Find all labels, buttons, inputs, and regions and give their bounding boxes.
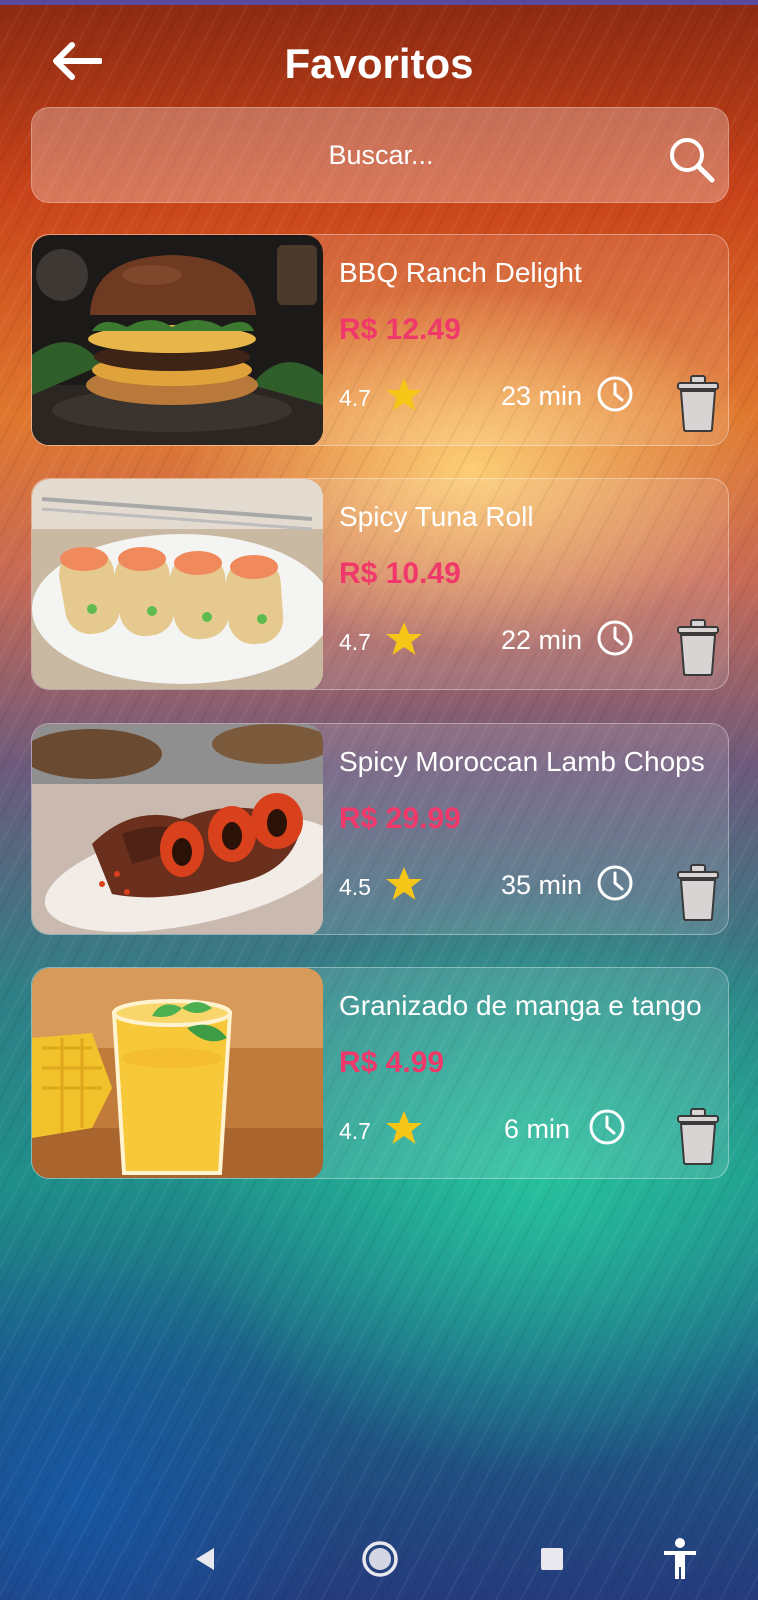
prep-time: 23 min	[500, 381, 582, 411]
accessibility-icon	[664, 1538, 696, 1579]
food-name: BBQ Ranch Delight	[339, 257, 582, 288]
food-name: Spicy Moroccan Lamb Chops	[339, 746, 705, 777]
star-icon	[386, 867, 422, 900]
trash-icon[interactable]	[673, 617, 723, 677]
food-rating: 4.5	[339, 874, 371, 900]
search-icon[interactable]	[666, 134, 716, 184]
favorite-card[interactable]: Spicy Moroccan Lamb Chops R$ 29.99 4.5 3…	[31, 723, 729, 935]
status-strip	[0, 0, 758, 5]
star-icon	[386, 622, 422, 655]
search-bar[interactable]: Buscar...	[31, 107, 729, 203]
clock-icon	[597, 865, 633, 901]
food-name: Granizado de manga e tango	[339, 990, 702, 1021]
prep-time: 35 min	[500, 870, 582, 900]
header: Favoritos	[0, 28, 758, 98]
food-rating: 4.7	[339, 629, 371, 655]
nav-home-button[interactable]	[355, 1534, 405, 1584]
system-navigation-bar	[0, 1516, 758, 1600]
favorite-card[interactable]: Spicy Tuna Roll R$ 10.49 4.7 22 min	[31, 478, 729, 690]
trash-icon[interactable]	[673, 373, 723, 433]
food-price: R$ 12.49	[339, 313, 461, 346]
accessibility-button[interactable]	[655, 1534, 705, 1584]
food-image-burger	[32, 235, 323, 445]
nav-recents-button[interactable]	[527, 1534, 577, 1584]
food-rating: 4.7	[339, 385, 371, 411]
clock-icon	[597, 376, 633, 412]
favorite-card[interactable]: BBQ Ranch Delight R$ 12.49 4.7 23 min	[31, 234, 729, 446]
home-circle-icon	[362, 1541, 398, 1577]
page-title: Favoritos	[284, 40, 474, 87]
nav-back-button[interactable]	[180, 1534, 230, 1584]
food-name: Spicy Tuna Roll	[339, 501, 534, 532]
trash-icon[interactable]	[673, 1106, 723, 1166]
back-triangle-icon	[196, 1548, 214, 1570]
star-icon	[386, 1111, 422, 1144]
food-rating: 4.7	[339, 1118, 371, 1144]
food-price: R$ 4.99	[339, 1046, 445, 1079]
recents-square-icon	[541, 1548, 563, 1570]
clock-icon	[597, 620, 633, 656]
trash-icon[interactable]	[673, 862, 723, 922]
favorite-card[interactable]: Granizado de manga e tango R$ 4.99 4.7 6…	[31, 967, 729, 1179]
clock-icon	[589, 1109, 625, 1145]
search-input[interactable]: Buscar...	[32, 140, 730, 171]
food-price: R$ 10.49	[339, 557, 461, 590]
food-price: R$ 29.99	[339, 802, 461, 835]
prep-time: 6 min	[503, 1114, 570, 1144]
star-icon	[386, 378, 422, 411]
food-image-lamb-chops	[32, 724, 323, 934]
food-image-tuna-wraps	[32, 479, 323, 689]
food-image-mango-drink	[32, 968, 323, 1178]
prep-time: 22 min	[500, 625, 582, 655]
